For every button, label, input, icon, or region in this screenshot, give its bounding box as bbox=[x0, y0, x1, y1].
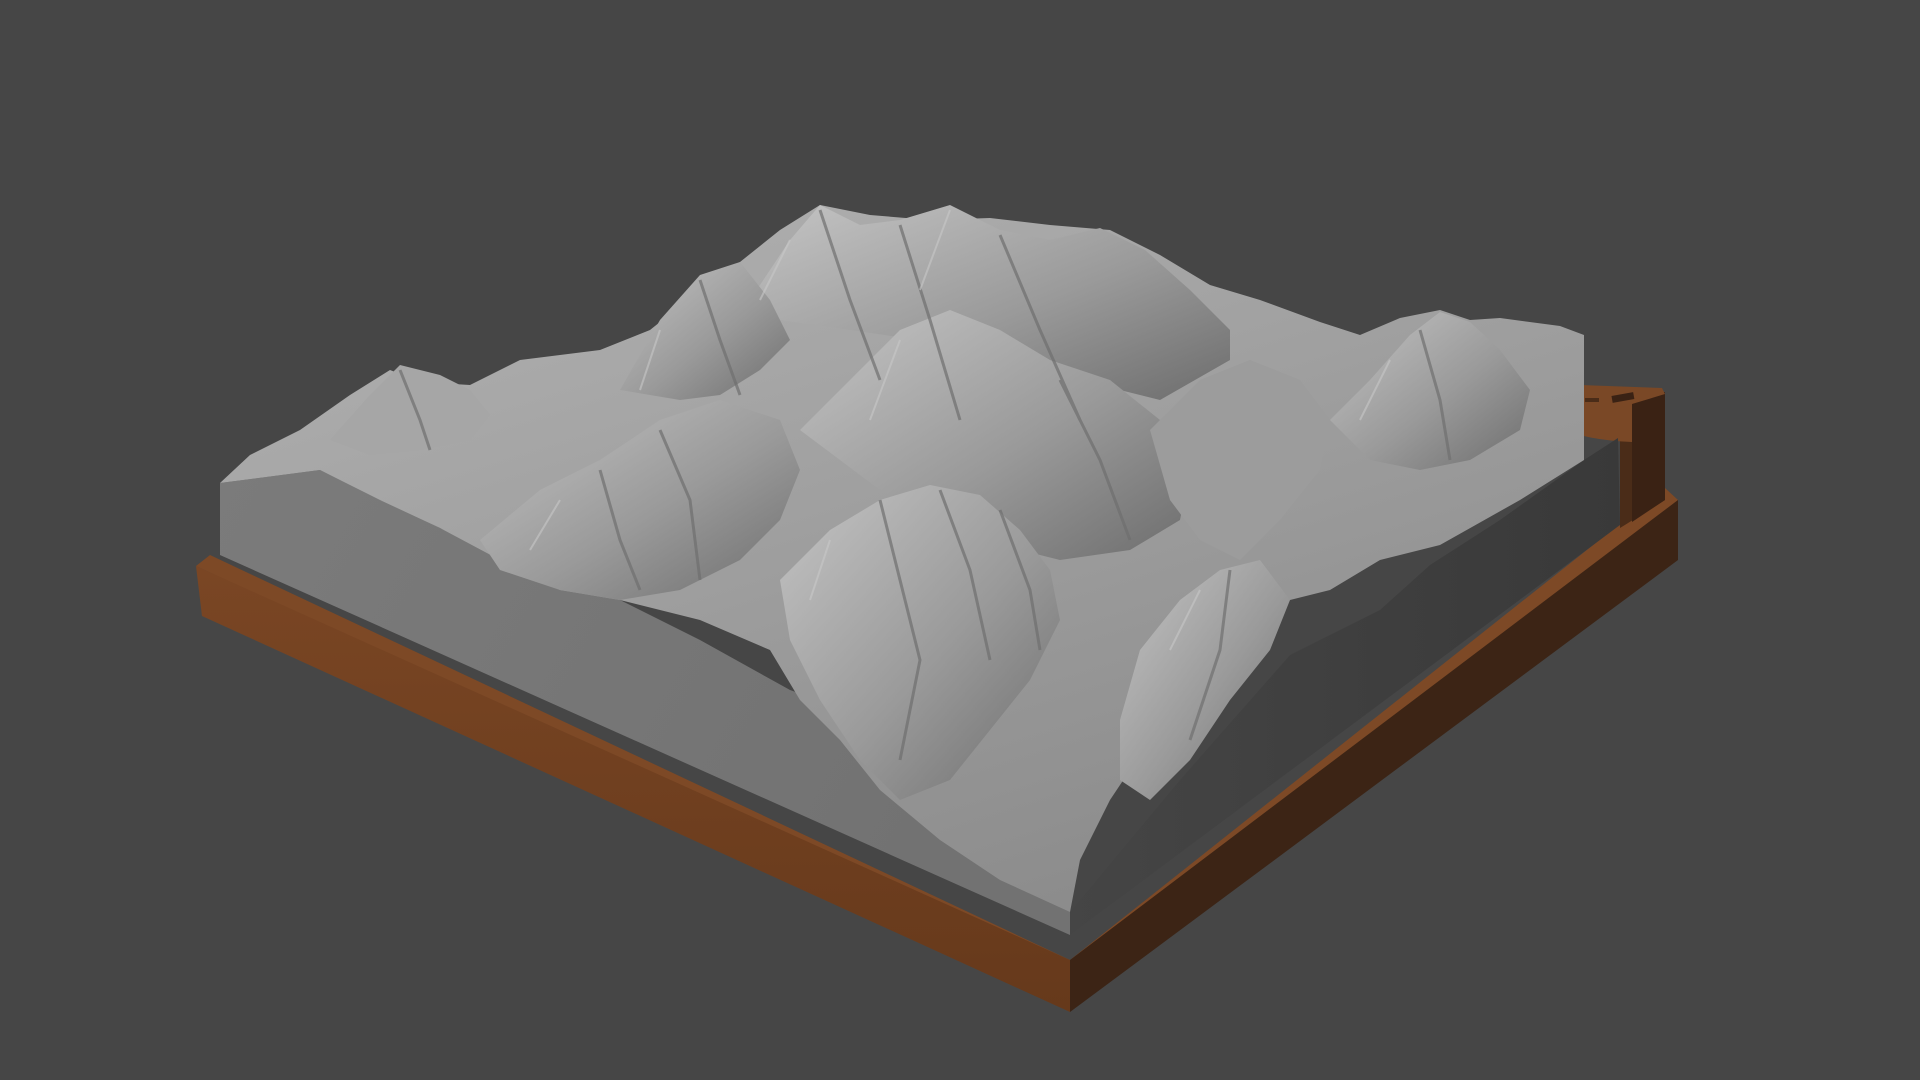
base-back-post-face bbox=[1632, 392, 1665, 522]
label-engraving-2 bbox=[1585, 398, 1599, 402]
viewport bbox=[0, 0, 1920, 1080]
terrain-model-render bbox=[0, 0, 1920, 1080]
